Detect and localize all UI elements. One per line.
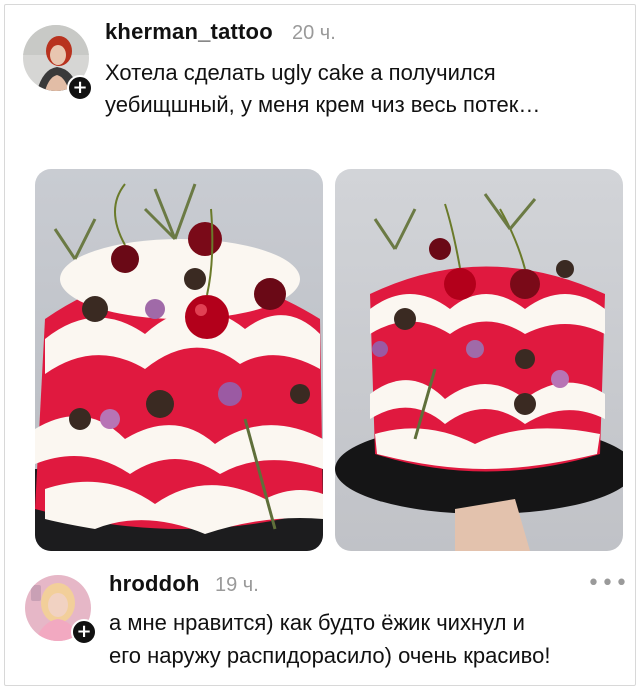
post-username[interactable]: kherman_tattoo — [105, 19, 273, 45]
post-time: 20 ч. — [292, 22, 336, 44]
reply-username[interactable]: hroddoh — [109, 571, 200, 597]
reply-time: 19 ч. — [215, 574, 259, 596]
cake-photo-right[interactable] — [335, 169, 623, 551]
post-text-line-2: уебищшный, у меня крем чиз весь потек… — [105, 92, 541, 117]
post-card: + kherman_tattoo 20 ч. Хотела сделать ug… — [4, 4, 636, 686]
follow-plus-icon[interactable]: + — [67, 75, 93, 101]
reply-follow-plus-icon[interactable]: + — [71, 619, 97, 645]
more-icon[interactable]: ••• — [587, 571, 629, 596]
cake-photo-left[interactable] — [35, 169, 323, 551]
reply-text-line-1: а мне нравится) как будто ёжик чихнул и — [109, 610, 525, 635]
reply-text-line-2: его наружу распидорасило) очень красиво! — [109, 643, 551, 668]
post-text-line-1: Хотела сделать ugly cake а получился — [105, 60, 496, 85]
